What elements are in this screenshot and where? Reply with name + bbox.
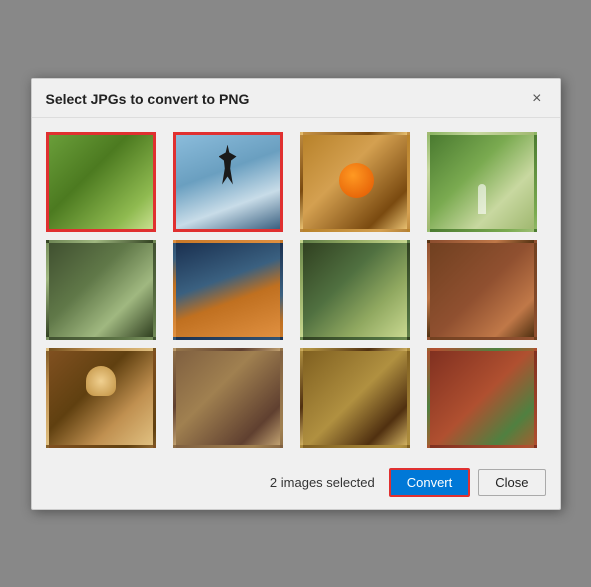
close-x-button[interactable]: ×: [528, 89, 545, 109]
image-cell-6[interactable]: [173, 240, 283, 340]
image-cell-12[interactable]: [427, 348, 537, 448]
image-grid: [46, 132, 546, 448]
image-cell-1[interactable]: [46, 132, 156, 232]
dialog: Select JPGs to convert to PNG ×: [31, 78, 561, 510]
bird-decoration: [219, 145, 237, 185]
fountain-decoration: [478, 184, 486, 214]
dialog-header: Select JPGs to convert to PNG ×: [32, 79, 560, 118]
orange-decoration: [339, 163, 374, 198]
dialog-footer: 2 images selected Convert Close: [32, 458, 560, 509]
image-cell-7[interactable]: [300, 240, 410, 340]
image-cell-2[interactable]: [173, 132, 283, 232]
image-cell-8[interactable]: [427, 240, 537, 340]
dialog-title: Select JPGs to convert to PNG: [46, 91, 250, 107]
image-cell-11[interactable]: [300, 348, 410, 448]
image-cell-10[interactable]: [173, 348, 283, 448]
selected-count: 2: [270, 475, 277, 490]
image-cell-5[interactable]: [46, 240, 156, 340]
bulb-decoration: [86, 366, 116, 396]
image-cell-3[interactable]: [300, 132, 410, 232]
dialog-body: [32, 118, 560, 458]
image-cell-9[interactable]: [46, 348, 156, 448]
selected-text: images selected: [281, 475, 375, 490]
close-button[interactable]: Close: [478, 469, 545, 496]
images-selected-label: 2 images selected: [270, 475, 375, 490]
convert-button[interactable]: Convert: [389, 468, 471, 497]
image-cell-4[interactable]: [427, 132, 537, 232]
